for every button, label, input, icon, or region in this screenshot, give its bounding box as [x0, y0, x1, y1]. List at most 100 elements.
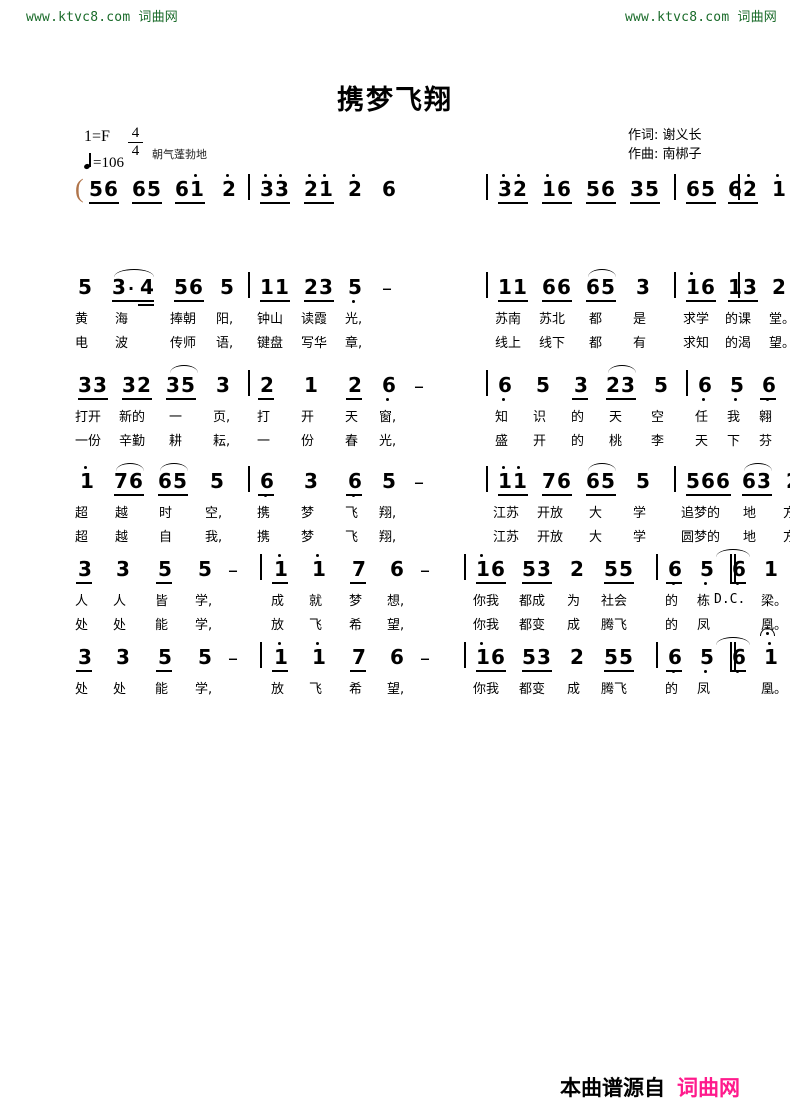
- lyric-syllable: 章,: [345, 336, 363, 351]
- note: 2: [570, 645, 584, 669]
- lyric-syllable: 凤: [697, 682, 711, 697]
- lyric-syllable: 打: [257, 410, 271, 425]
- lyric-syllable: 携: [257, 530, 271, 545]
- lyric-syllable: 开: [533, 434, 547, 449]
- note: 7: [352, 557, 366, 581]
- lyric-syllable: 越: [115, 506, 129, 521]
- lyric-syllable: 天: [609, 410, 623, 425]
- note: 5: [158, 645, 172, 669]
- note: 5: [700, 645, 714, 669]
- watermark-top-left: www.ktvc8.com 词曲网: [26, 10, 178, 25]
- dc-marking: D.C.: [714, 592, 746, 607]
- lyricist-credit: 作词: 谢义长: [628, 128, 702, 143]
- beam: [76, 582, 92, 584]
- lyric-syllable: 捧朝: [170, 312, 197, 327]
- note: 2: [772, 275, 786, 299]
- note: 2: [743, 177, 757, 201]
- lyric-syllable: 的: [571, 410, 585, 425]
- lyric-syllable: 社会: [601, 594, 628, 609]
- lyric-syllable: 翔,: [379, 530, 397, 545]
- lyric-syllable: 都变: [519, 618, 546, 633]
- key-signature: 1=F: [84, 128, 110, 145]
- note-row-4: 3 3 5 5 – 1 1 7 6 – 1 6 5 3 2 5 5 6 5 6 …: [70, 549, 778, 586]
- beam: [730, 582, 746, 584]
- lyric-syllable: 成: [271, 594, 285, 609]
- barline: [656, 642, 658, 668]
- fermata-icon: [760, 628, 775, 636]
- lyric-syllable: 望,: [387, 618, 405, 633]
- lyric-syllable: 处: [113, 618, 127, 633]
- lyric-syllable: 梦: [301, 530, 315, 545]
- note: 2: [570, 557, 584, 581]
- meter-denominator: 4: [131, 143, 140, 159]
- note: 6: [742, 469, 756, 493]
- lyric-syllable: 光,: [345, 312, 363, 327]
- lyric-syllable: 放: [271, 682, 285, 697]
- lyric-syllable: 下: [727, 434, 741, 449]
- lyric-syllable: 地: [743, 530, 757, 545]
- note: 5: [158, 557, 172, 581]
- lyric-syllable: 江苏: [493, 506, 520, 521]
- lyric-syllable: 黄: [75, 312, 89, 327]
- sustain-dash: –: [228, 646, 238, 670]
- lyric-syllable: 海: [115, 312, 129, 327]
- lyric-syllable: 皆: [155, 594, 169, 609]
- lyric-syllable: 任: [695, 410, 709, 425]
- credits-block: 作词: 谢义长 作曲: 南梆子: [628, 126, 702, 164]
- lyric-syllable: 圆梦的: [681, 530, 721, 545]
- note: 3: [537, 645, 551, 669]
- lyric-syllable: 处: [113, 682, 127, 697]
- lyric-syllable: 想,: [387, 594, 405, 609]
- lyric-syllable: 你我: [473, 682, 500, 697]
- lyric-syllable: 都: [589, 336, 603, 351]
- beam: [730, 670, 746, 672]
- slur: [716, 549, 750, 557]
- lyric-syllable: 飞: [345, 506, 359, 521]
- note: 5: [198, 557, 212, 581]
- lyric-syllable: 的课: [725, 312, 752, 327]
- lyric-syllable: 线下: [539, 336, 566, 351]
- beam: [604, 582, 634, 584]
- lyric-syllable: 方。: [783, 530, 790, 545]
- lyric-syllable: 自: [159, 530, 173, 545]
- lyric-syllable: 识: [533, 410, 547, 425]
- lyric-syllable: 新的: [119, 410, 146, 425]
- lyric-syllable: 盛: [495, 434, 509, 449]
- tempo-value: =106: [93, 155, 124, 171]
- note: 6: [668, 645, 682, 669]
- lyric-syllable: 苏北: [539, 312, 566, 327]
- lyric-syllable: 大: [589, 506, 603, 521]
- octave-dot-low: [704, 582, 707, 585]
- lyric-syllable: 波: [115, 336, 129, 351]
- lyric-syllable: 望。: [769, 336, 790, 351]
- lyric-syllable: 望,: [387, 682, 405, 697]
- lyric-syllable: 写华: [301, 336, 328, 351]
- lyric-syllable: 空: [651, 410, 665, 425]
- lyric-syllable: 翱: [759, 410, 773, 425]
- lyric-syllable: 学,: [195, 682, 213, 697]
- composer-credit: 作曲: 南梆子: [628, 147, 702, 162]
- note: 5: [604, 645, 618, 669]
- lyric-syllable: 追梦的: [681, 506, 721, 521]
- line1-end-barline: [70, 270, 742, 304]
- lyric-syllable: 传师: [170, 336, 197, 351]
- lyric-syllable: 学: [633, 506, 647, 521]
- lyric-syllable: 苏南: [495, 312, 522, 327]
- note: 5: [522, 557, 536, 581]
- lyric-syllable: 开放: [537, 530, 564, 545]
- lyric-syllable: 耘,: [213, 434, 231, 449]
- tempo-marking: =106: [84, 153, 124, 172]
- barline: [656, 554, 658, 580]
- lyric-syllable: 地: [743, 506, 757, 521]
- note: 2: [786, 470, 790, 492]
- lyric-syllable: 学,: [195, 594, 213, 609]
- lyric-syllable: 栋: [697, 594, 711, 609]
- lyric-syllable: 的渴: [725, 336, 752, 351]
- lyric-syllable: 人: [75, 594, 89, 609]
- lyric-syllable: 越: [115, 530, 129, 545]
- octave-dot-low: [704, 670, 707, 673]
- song-title: 携梦飞翔: [337, 85, 453, 116]
- octave-dot-high: [776, 174, 779, 177]
- lyric-syllable: 春: [345, 434, 359, 449]
- beam: [272, 582, 288, 584]
